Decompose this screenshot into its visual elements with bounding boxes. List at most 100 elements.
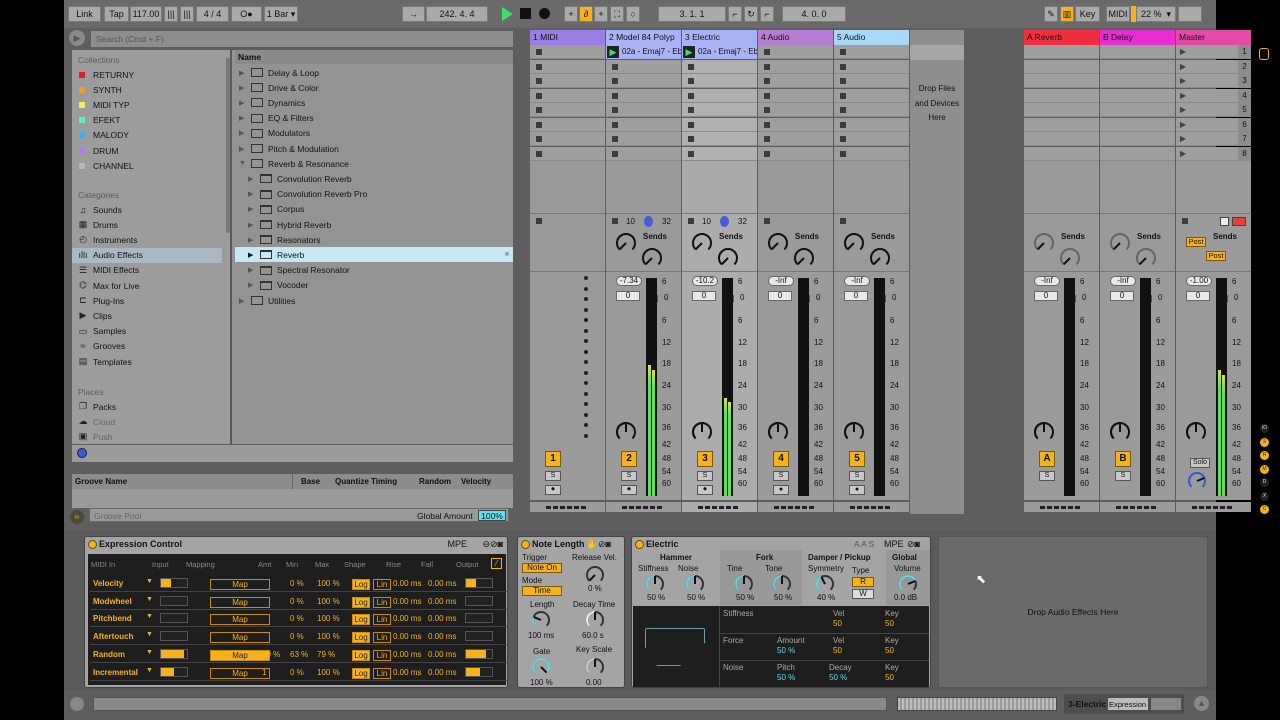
pan-field[interactable]: 0	[692, 291, 716, 301]
clip-stop-button[interactable]	[840, 63, 846, 70]
trigger-select[interactable]: Note On	[522, 563, 562, 573]
clip-slot[interactable]	[1024, 45, 1099, 59]
scene-launch-icon[interactable]: ▶	[1180, 134, 1186, 143]
browser-item[interactable]: ▶ Pitch & Modulation	[235, 141, 513, 156]
crossfader-assign[interactable]	[1100, 502, 1175, 512]
clip-slot[interactable]	[530, 74, 605, 88]
curve-toggle-icon[interactable]: ⁄	[491, 558, 502, 569]
hot-swap-icon[interactable]: ■	[505, 251, 509, 258]
arm-button[interactable]: ●	[849, 485, 865, 495]
clip-stop-button[interactable]	[764, 49, 770, 55]
lin-button[interactable]: Lin	[373, 667, 391, 679]
clip-slot[interactable]	[682, 74, 757, 88]
volume-field[interactable]: -1.00	[1186, 276, 1212, 286]
clip-slot[interactable]	[530, 117, 605, 132]
category-item-instruments[interactable]: ◴ Instruments	[72, 232, 222, 247]
clip-slot[interactable]	[758, 88, 833, 103]
clip-slot[interactable]	[606, 103, 681, 117]
drop-files-zone[interactable]: Drop Files and Devices Here	[910, 30, 964, 514]
send-a-knob[interactable]	[766, 231, 790, 257]
clip[interactable]: ▶ 02a - Emaj7 - Eb	[682, 45, 757, 59]
volume-field[interactable]: -Inf	[1034, 276, 1060, 286]
solo-button[interactable]: S	[621, 471, 637, 481]
clip-slot[interactable]	[1100, 59, 1175, 74]
map-button[interactable]: Map	[210, 632, 270, 644]
place-item-packs[interactable]: ❐ Packs	[72, 399, 222, 414]
solo-button[interactable]: S	[773, 471, 789, 481]
clip-slot[interactable]	[1100, 132, 1175, 146]
clip-slot[interactable]	[834, 132, 909, 146]
crossfader-assign[interactable]	[758, 502, 833, 512]
scene-launch-icon[interactable]: ▶	[1180, 105, 1186, 114]
clip-stop-button[interactable]	[764, 92, 770, 99]
cue-volume-knob[interactable]	[1186, 470, 1208, 494]
clip-slot[interactable]	[682, 117, 757, 132]
source-dropdown-icon[interactable]: ▼	[146, 631, 153, 638]
clip-stop-button[interactable]	[612, 136, 618, 142]
expand-arrow-icon[interactable]: ▶	[248, 266, 258, 274]
source-dropdown-icon[interactable]: ▼	[146, 649, 153, 656]
log-button[interactable]: Log	[352, 614, 370, 626]
send-b-knob[interactable]	[716, 246, 740, 272]
pan-field[interactable]: 0	[768, 291, 792, 301]
clip-slot[interactable]	[606, 74, 681, 88]
volume-field[interactable]: -Inf	[844, 276, 870, 286]
clip-stop-button[interactable]	[764, 136, 770, 142]
browser-toggle-icon[interactable]: ▶	[69, 30, 85, 46]
browser-item[interactable]: ▶ Reverb ■	[235, 247, 513, 263]
category-item-midi-effects[interactable]: ☰ MIDI Effects	[72, 263, 222, 278]
clip-slot[interactable]	[530, 88, 605, 103]
clip[interactable]: ▶ 02a - Emaj7 - Eb	[606, 45, 681, 59]
clip-stop-button[interactable]	[764, 78, 770, 84]
clip-stop-button[interactable]	[688, 107, 694, 113]
noise-decay-value[interactable]: 50 %	[829, 673, 847, 682]
mixer-section-toggle-s[interactable]: S	[1260, 437, 1269, 447]
pan-knob[interactable]	[1108, 420, 1132, 446]
expand-arrow-icon[interactable]: ▶	[239, 69, 249, 77]
browser-item[interactable]: ▶ Corpus	[235, 202, 513, 217]
clip-slot[interactable]	[758, 59, 833, 74]
source-dropdown-icon[interactable]: ▼	[146, 578, 153, 585]
expand-arrow-icon[interactable]: ▶	[248, 205, 258, 213]
arrangement-position-field[interactable]: 242. 4. 4	[426, 6, 488, 22]
track-header[interactable]: A Reverb	[1024, 30, 1099, 45]
expand-arrow-icon[interactable]: ▶	[239, 99, 249, 107]
clip-view-toggle-icon[interactable]	[1259, 48, 1269, 60]
clip-slot[interactable]	[758, 74, 833, 88]
scene-launch-icon[interactable]: ▶	[1180, 62, 1186, 71]
solo-button[interactable]: S	[1039, 471, 1055, 481]
clip-slot[interactable]	[1024, 88, 1099, 103]
expand-arrow-icon[interactable]: ▶	[239, 297, 249, 305]
browser-item[interactable]: ▶ Vocoder	[235, 278, 513, 293]
track-activator-button[interactable]: 2	[621, 451, 637, 467]
force-key-value[interactable]: 50	[885, 646, 894, 655]
device-options-icons[interactable]: ⊖⊘◙	[482, 539, 503, 550]
volume-fader-handle[interactable]: ◁	[1221, 293, 1228, 304]
expand-arrow-icon[interactable]: ▶	[239, 114, 249, 122]
groove-column-header[interactable]: Velocity	[461, 477, 491, 486]
clip-slot[interactable]	[682, 59, 757, 74]
clip-play-icon[interactable]: ▶	[607, 46, 619, 58]
clip-stop-button[interactable]	[612, 92, 618, 99]
groove-column-header[interactable]: Base	[301, 477, 320, 486]
send-b-knob[interactable]	[868, 246, 892, 272]
scene-launch-icon[interactable]: ▶	[1180, 120, 1186, 129]
tempo-field[interactable]: 117.00	[130, 6, 162, 22]
expand-arrow-icon[interactable]: ▶	[248, 190, 258, 198]
solo-button[interactable]: S	[545, 471, 561, 481]
log-button[interactable]: Log	[352, 649, 370, 661]
clip-slot[interactable]: ▶ 1	[1176, 45, 1251, 59]
mixer-section-toggle-d[interactable]: D	[1260, 478, 1269, 487]
clip-slot[interactable]	[758, 132, 833, 146]
monitor-knob-icon[interactable]	[644, 216, 653, 227]
map-button[interactable]: Map	[210, 614, 270, 626]
clip-slot[interactable]: ▶ 8	[1176, 146, 1251, 161]
clip-slot[interactable]: ▶ 6	[1176, 117, 1251, 132]
category-item-max-for-live[interactable]: ⌬ Max for Live	[72, 278, 222, 293]
track-header[interactable]: 4 Audio	[758, 30, 833, 45]
noise-key-value[interactable]: 50	[885, 673, 894, 682]
clip-slot[interactable]	[758, 45, 833, 59]
clip-slot[interactable]: ▶ 5	[1176, 103, 1251, 117]
expand-arrow-icon[interactable]: ▶	[248, 236, 258, 244]
clip-slot[interactable]	[758, 117, 833, 132]
